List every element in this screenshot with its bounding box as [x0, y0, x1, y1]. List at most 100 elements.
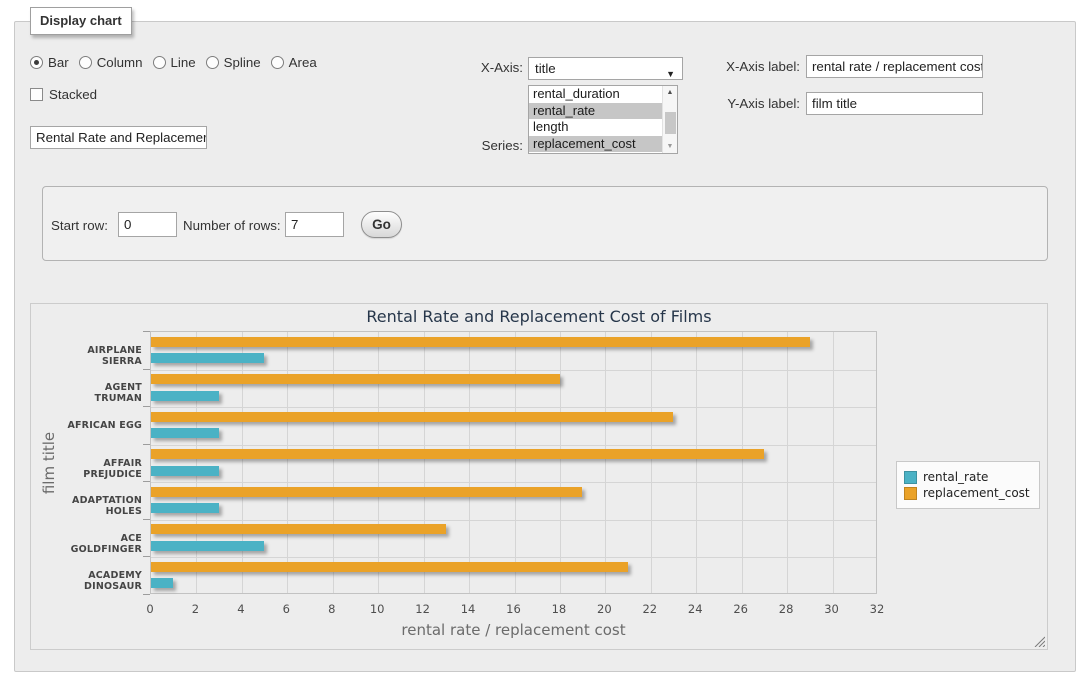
category-label: ADAPTATION HOLES [58, 495, 142, 517]
bar-rental_rate [151, 428, 219, 438]
y-axis-tick [143, 519, 150, 520]
x-tick-label: 32 [870, 602, 885, 616]
x-tick-label: 20 [597, 602, 612, 616]
scroll-down-icon[interactable]: ▼ [663, 140, 677, 153]
scrollbar-thumb[interactable] [665, 112, 676, 134]
x-tick-label: 8 [328, 602, 335, 616]
chart-type-option-bar[interactable]: Bar [30, 55, 69, 70]
legend-swatch [904, 487, 917, 500]
x-tick-label: 18 [552, 602, 567, 616]
scroll-up-icon[interactable]: ▲ [663, 86, 677, 99]
chart-type-option-column[interactable]: Column [79, 55, 143, 70]
y-axis-tick [143, 444, 150, 445]
chart-type-option-line[interactable]: Line [153, 55, 196, 70]
number-of-rows-label: Number of rows: [183, 218, 281, 233]
series-option-length[interactable]: length [529, 119, 677, 136]
series-scrollbar[interactable]: ▲ ▼ [662, 86, 677, 153]
chart-type-option-spline[interactable]: Spline [206, 55, 261, 70]
legend-swatch [904, 471, 917, 484]
x-tick-label: 28 [779, 602, 794, 616]
x-tick-label: 6 [283, 602, 290, 616]
chart-type-label: Area [289, 55, 317, 70]
bar-replacement_cost [151, 337, 810, 347]
chart-title: Rental Rate and Replacement Cost of Film… [31, 307, 1047, 326]
radio-icon[interactable] [153, 56, 166, 69]
radio-icon[interactable] [30, 56, 43, 69]
gridline [287, 332, 288, 593]
legend-item-rental_rate: rental_rate [904, 470, 1030, 484]
stacked-checkbox[interactable] [30, 88, 43, 101]
chart-legend: rental_rate replacement_cost [896, 461, 1040, 509]
category-label: AFRICAN EGG [58, 420, 142, 431]
chart-type-label: Bar [48, 55, 69, 70]
y-axis-tick [143, 331, 150, 332]
gridline [151, 520, 876, 521]
x-tick-label: 26 [733, 602, 748, 616]
category-label: AFFAIR PREJUDICE [58, 458, 142, 480]
chart-title-input[interactable]: Rental Rate and Replacemer [30, 126, 207, 149]
go-button[interactable]: Go [361, 211, 402, 238]
radio-icon[interactable] [271, 56, 284, 69]
gridline [151, 482, 876, 483]
legend-label: replacement_cost [923, 486, 1030, 500]
x-tick-label: 10 [370, 602, 385, 616]
y-axis-tick [143, 556, 150, 557]
chart-type-label: Line [171, 55, 196, 70]
bar-replacement_cost [151, 487, 582, 497]
resize-grip-icon[interactable] [1032, 634, 1045, 647]
bar-rental_rate [151, 466, 219, 476]
series-multiselect[interactable]: rental_durationrental_ratelengthreplacem… [528, 85, 678, 154]
gridline [605, 332, 606, 593]
y-axis-label-field-label: Y-Axis label: [690, 96, 800, 111]
series-option-rental_duration[interactable]: rental_duration [529, 86, 677, 103]
y-axis-title: film title [40, 431, 58, 493]
x-axis-label-input[interactable]: rental rate / replacement cost [806, 55, 983, 78]
bar-rental_rate [151, 578, 173, 588]
gridline [333, 332, 334, 593]
stacked-row: Stacked [30, 87, 97, 102]
bar-rental_rate [151, 391, 219, 401]
x-axis-select[interactable]: title ▼ [528, 57, 683, 80]
chart-type-radio-group: Bar Column Line Spline Area [30, 55, 317, 70]
series-option-rental_rate[interactable]: rental_rate [529, 103, 677, 120]
start-row-input[interactable]: 0 [118, 212, 177, 237]
x-axis-selected-value: title [535, 61, 556, 76]
gridline [469, 332, 470, 593]
x-axis-title: rental rate / replacement cost [150, 621, 877, 639]
gridline [378, 332, 379, 593]
chart-type-option-area[interactable]: Area [271, 55, 317, 70]
chart-type-label: Column [97, 55, 143, 70]
radio-icon[interactable] [206, 56, 219, 69]
gridline [151, 445, 876, 446]
chart-type-label: Spline [224, 55, 261, 70]
chevron-down-icon: ▼ [666, 64, 675, 85]
category-label: ACADEMY DINOSAUR [58, 570, 142, 592]
series-option-replacement_cost[interactable]: replacement_cost [529, 136, 677, 153]
y-axis-tick [143, 369, 150, 370]
bar-replacement_cost [151, 524, 446, 534]
gridline [787, 332, 788, 593]
number-of-rows-input[interactable]: 7 [285, 212, 344, 237]
bar-replacement_cost [151, 449, 764, 459]
x-tick-label: 22 [642, 602, 657, 616]
gridline [651, 332, 652, 593]
x-axis-label-field-label: X-Axis label: [690, 59, 800, 74]
radio-icon[interactable] [79, 56, 92, 69]
legend-item-replacement_cost: replacement_cost [904, 486, 1030, 500]
fieldset-title: Display chart [30, 7, 132, 35]
series-field-label: Series: [400, 138, 523, 153]
y-axis-label-input[interactable]: film title [806, 92, 983, 115]
x-tick-label: 0 [146, 602, 153, 616]
category-label: ACE GOLDFINGER [58, 533, 142, 555]
bar-replacement_cost [151, 374, 560, 384]
chart-plot-area [150, 331, 877, 594]
bar-rental_rate [151, 541, 264, 551]
gridline [151, 407, 876, 408]
gridline [742, 332, 743, 593]
legend-label: rental_rate [923, 470, 988, 484]
y-axis-tick [143, 481, 150, 482]
start-row-label: Start row: [51, 218, 108, 233]
gridline [696, 332, 697, 593]
x-tick-label: 12 [415, 602, 430, 616]
bar-replacement_cost [151, 562, 628, 572]
